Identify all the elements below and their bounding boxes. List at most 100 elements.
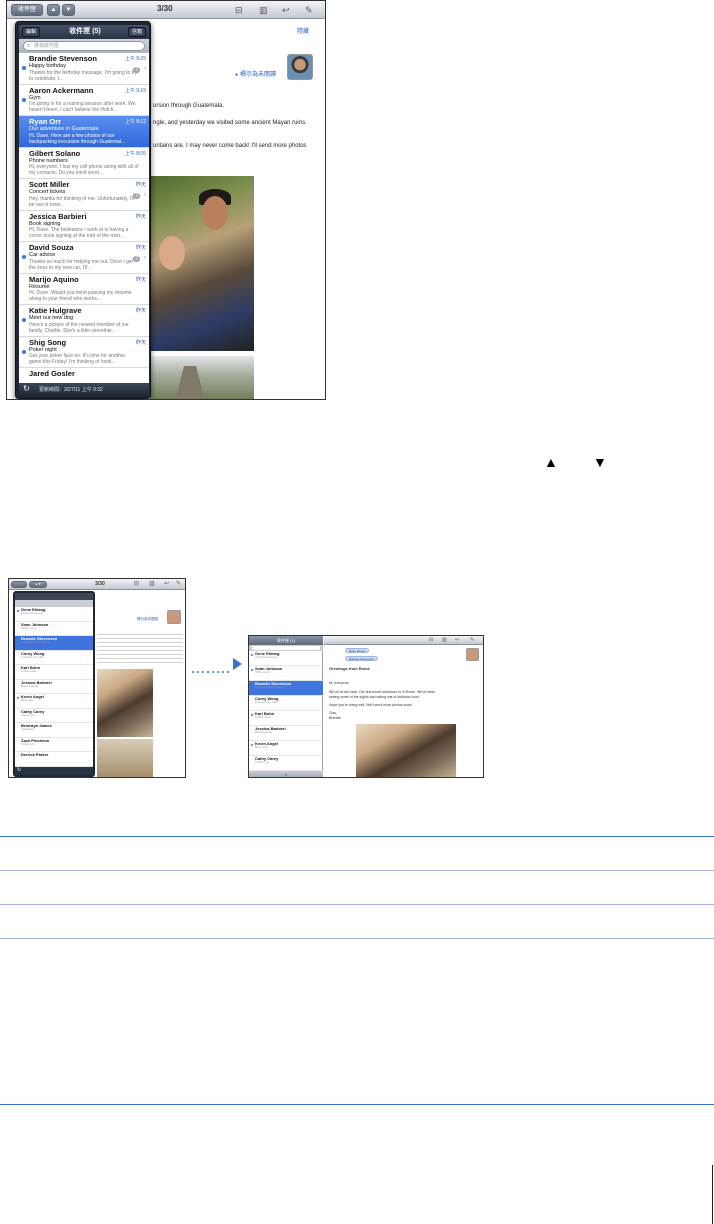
message-subject: Greetings from Rome: [255, 685, 284, 689]
message-list-item[interactable]: Jessica Barbieri Book signing: [249, 726, 323, 741]
thread-count-badge: 2: [133, 67, 140, 73]
chevron-right-icon: ›: [144, 192, 146, 198]
folder-icon[interactable]: ⊟: [134, 580, 139, 588]
message-list-item[interactable]: Gilbert Solano 上午 8:05 Phone numbers Hi, ev…: [19, 147, 149, 179]
message-signature: Brandie: [329, 716, 342, 720]
message-list-item[interactable]: Corey Wong Furniture for sale: [15, 651, 93, 665]
message-list-item[interactable]: Karl Bohn Coffee date: [249, 711, 323, 726]
message-list-item[interactable]: Derrick Parker: [15, 752, 93, 767]
folder-icon[interactable]: ⊟: [235, 4, 243, 16]
inbox-button[interactable]: 收件匣: [11, 4, 43, 16]
inbox-button[interactable]: [11, 581, 27, 588]
inbox-title: 收件匣 (5): [69, 28, 101, 35]
message-list-item[interactable]: Shig Song 昨天 Poker night Get your poker fac…: [19, 336, 149, 368]
message-salutation: Hi, everyone.: [329, 681, 350, 685]
message-toolbar: ⊟ ▥ ↩ ✎: [324, 636, 483, 645]
message-list-item[interactable]: Cathy Carey Thank you: [249, 756, 323, 771]
attached-photo[interactable]: [97, 669, 153, 737]
refresh-icon[interactable]: ↻: [285, 773, 288, 777]
next-message-button[interactable]: ▼: [62, 4, 75, 16]
thread-count-badge: 3: [133, 193, 140, 199]
message-preview: Hi, Dave. The bookstore I work at is hav…: [29, 227, 129, 239]
recipient-chip[interactable]: Brandie Stevenson: [345, 656, 379, 661]
message-counter: 3/30: [95, 581, 105, 587]
search-bar[interactable]: [15, 600, 93, 607]
refresh-icon[interactable]: ↻: [23, 384, 30, 393]
message-preview: I'm going in for a training session afte…: [29, 101, 136, 113]
compose-icon[interactable]: ✎: [470, 636, 474, 644]
message-list-item[interactable]: Ryan Orr 上午 8:12 Our adventure in Guatemal…: [19, 116, 149, 148]
reply-icon[interactable]: ↩: [455, 636, 459, 644]
reply-icon[interactable]: ↩: [282, 4, 290, 16]
sender-avatar: [466, 648, 479, 661]
recipient-chip[interactable]: Ryan Moran: [345, 648, 370, 653]
mailbox-sidebar: 收件匣 (1) Gene Ehlang Commencement Sean John…: [249, 636, 323, 777]
message-list-item[interactable]: Zack Pincheon Ticket info: [15, 738, 93, 752]
message-list-item[interactable]: Scott Miller 昨天 Concert tickets Hey, thanks…: [19, 179, 149, 211]
message-list-item[interactable]: Karl Bohn Coffee date: [15, 665, 93, 680]
message-list-item[interactable]: Brandie Stevenson 上午 9:25 Happy birthday Th…: [19, 53, 149, 85]
message-list-item[interactable]: Jessica Barbieri 昨天 Book signing Hi, Dave. …: [19, 210, 149, 242]
message-preview: Hi, everyone. I lost my cell phone along…: [29, 164, 139, 176]
folder-icon[interactable]: ⊟: [429, 636, 433, 644]
message-list-item[interactable]: Brandie Stevenson Greetings from Rome: [249, 681, 323, 696]
search-bar: ⌕ 搜尋收件匣: [19, 39, 149, 53]
popover-header: [15, 593, 93, 600]
inbox-popover: 編輯 收件匣 (5) 信箱 ⌕ 搜尋收件匣 Brandie Stevenson 上…: [15, 21, 151, 399]
message-subject: Commencement: [255, 655, 278, 659]
compose-icon[interactable]: ✎: [176, 580, 181, 588]
message-toolbar: ▲▼ 3/30 ⊟ ▥ ↩ ✎: [9, 579, 185, 590]
message-counter: 3/30: [157, 4, 173, 13]
message-list-item[interactable]: Kevin Angel Blog post: [249, 741, 323, 756]
mailboxes-button[interactable]: 信箱: [127, 27, 146, 37]
message-list-item[interactable]: Katie Hulgrave 昨天 Meet our new dog Here's a…: [19, 305, 149, 337]
message-list-item[interactable]: David Souza 昨天 Car advice Thanks so much fo…: [19, 242, 149, 274]
message-list-item[interactable]: Marijo Aquino 昨天 Résumé Hi, Dave. Would you…: [19, 273, 149, 305]
compose-icon[interactable]: ✎: [305, 4, 313, 16]
message-list-item[interactable]: Gene Ehlang Commencement: [249, 651, 323, 666]
message-subject: Blog post: [255, 745, 268, 749]
thread-count-badge: 2: [133, 256, 140, 262]
sidebar-footer: ↻: [249, 771, 323, 777]
message-time: 昨天: [135, 182, 146, 188]
message-body-line: ursion through Guatemala.: [153, 103, 225, 109]
message-list-item[interactable]: Brandie Stevenson Greetings from Rome: [15, 636, 93, 651]
attached-photo[interactable]: [356, 724, 456, 777]
chevron-right-icon: ›: [144, 66, 146, 72]
message-list-item[interactable]: Aaron Ackermann 上午 9:15 Gym I'm going in fo…: [19, 84, 149, 116]
reply-icon[interactable]: ↩: [164, 580, 169, 588]
trash-icon[interactable]: ▥: [259, 4, 268, 16]
previous-next-buttons[interactable]: ▲▼: [29, 581, 47, 588]
message-list-item[interactable]: Cathy Carey Thank you: [15, 709, 93, 723]
trash-icon[interactable]: ▥: [442, 636, 447, 644]
message-body-line: We've hit the road. Our first travel adv…: [329, 690, 436, 694]
message-list-item[interactable]: Gene Ehlang Commencement: [15, 607, 93, 622]
message-subject: Instagram: [21, 727, 35, 731]
message-list-item[interactable]: Sean Johnson Office party: [249, 666, 323, 681]
message-sender: Jessica Barbieri: [29, 211, 87, 221]
message-list-item[interactable]: Sean Johnson Office party: [15, 622, 93, 636]
inbox-popover: Gene Ehlang Commencement Sean Johnson Offic…: [13, 591, 95, 777]
search-input[interactable]: ⌕ 搜尋收件匣: [23, 41, 145, 51]
table-rule: [0, 904, 714, 905]
message-list-item[interactable]: Bronwyn James Instagram: [15, 723, 93, 738]
message-sender: Katie Hulgrave: [29, 306, 82, 315]
message-list-item[interactable]: Kevin Angel Blog post: [15, 694, 93, 709]
mark-unread-link[interactable]: 標示為未閱讀: [235, 69, 276, 78]
trash-icon[interactable]: ▥: [149, 580, 155, 588]
mark-unread-link[interactable]: 標示為未閱讀: [137, 617, 158, 622]
hide-details-link[interactable]: 隱藏: [297, 26, 309, 35]
message-time: 上午 9:25: [124, 56, 146, 62]
refresh-icon[interactable]: ↻: [17, 767, 21, 773]
attached-photo-colosseum[interactable]: [97, 739, 153, 777]
edit-button[interactable]: 編輯: [22, 27, 41, 37]
message-subject: Coffee date: [255, 715, 271, 719]
message-list-item[interactable]: Corey Wong Furniture for sale: [249, 696, 323, 711]
message-subject: Commencement: [21, 611, 44, 615]
message-subject: Office party: [255, 670, 271, 674]
message-subject: Office party: [21, 625, 37, 630]
message-list-item[interactable]: Jared Gosler: [19, 368, 149, 383]
previous-message-button[interactable]: ▲: [47, 4, 60, 16]
mail-screenshot-small-landscape: 收件匣 (1) Gene Ehlang Commencement Sean John…: [248, 635, 484, 778]
message-list-item[interactable]: Jessica Barbieri Book signing: [15, 680, 93, 694]
